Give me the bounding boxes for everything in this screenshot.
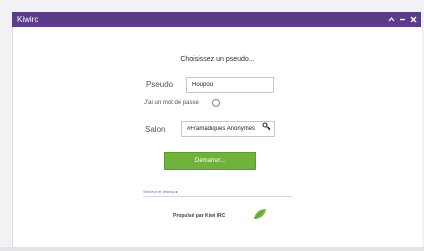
chevron-up-icon[interactable] <box>388 16 395 23</box>
password-checkbox[interactable] <box>212 99 220 107</box>
kiwirc-window: Kiwirc Choisissez un pseudo... Pseudo J'… <box>0 0 424 251</box>
key-icon[interactable] <box>262 122 271 131</box>
window-title: Kiwirc <box>17 15 39 24</box>
login-panel: Choisissez un pseudo... Pseudo J'ai un m… <box>12 27 422 251</box>
window-bottom-edge <box>0 247 424 251</box>
minus-icon[interactable] <box>399 16 406 23</box>
close-icon[interactable] <box>410 16 417 23</box>
divider <box>143 196 293 197</box>
powered-by-text: Propulsé par Kiwi IRC <box>173 213 226 219</box>
title-bar: Kiwirc <box>12 12 421 27</box>
leaf-icon <box>254 209 266 219</box>
start-button[interactable]: Démarrer... <box>164 152 256 170</box>
server-network-link[interactable]: Serveur et réseau ▸ <box>143 189 178 194</box>
nick-label: Pseudo <box>146 80 174 89</box>
window-controls <box>388 13 417 26</box>
nick-input[interactable] <box>186 77 274 93</box>
form-heading: Choisissez un pseudo... <box>180 56 255 63</box>
channel-input[interactable] <box>181 121 275 137</box>
channel-label: Salon <box>145 125 166 134</box>
password-label: J'ai un mot de passe <box>144 100 199 106</box>
